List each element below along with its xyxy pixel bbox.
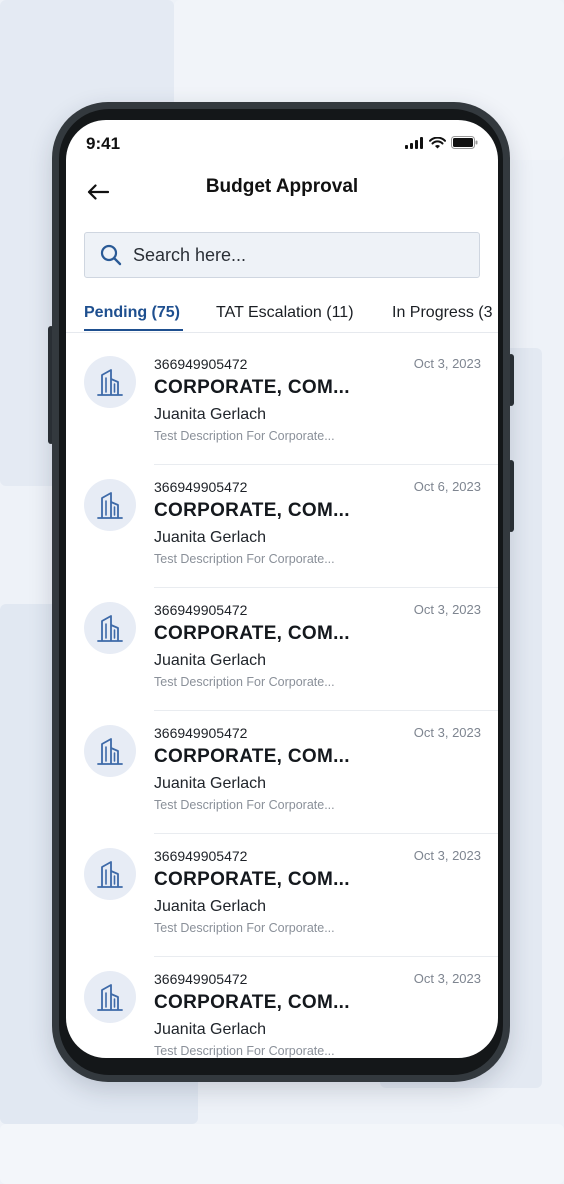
item-description: Test Description For Corporate... [154,798,335,812]
item-date: Oct 6, 2023 [413,479,481,494]
item-description: Test Description For Corporate... [154,552,335,566]
active-tab-indicator [84,329,183,331]
reference-number: 366949905472 [154,971,248,987]
requester-name: Juanita Gerlach [154,775,267,792]
reference-number: 366949905472 [154,479,248,495]
company-name: CORPORATE, COM... [154,746,350,767]
battery-icon [451,136,478,149]
building-icon [97,615,123,642]
item-date: Oct 3, 2023 [413,848,481,863]
avatar [84,479,136,531]
building-icon [97,492,123,519]
requester-name: Juanita Gerlach [154,652,267,669]
requester-name: Juanita Gerlach [154,1021,267,1038]
item-date: Oct 3, 2023 [413,971,481,986]
list-item[interactable]: 366949905472 Oct 3, 2023 CORPORATE, COM.… [66,342,498,465]
requester-name: Juanita Gerlach [154,406,267,423]
wifi-icon [429,136,446,148]
company-name: CORPORATE, COM... [154,869,350,890]
app-header: Budget Approval [66,164,498,220]
company-name: CORPORATE, COM... [154,623,350,644]
avatar [84,971,136,1023]
approval-list: 366949905472 Oct 3, 2023 CORPORATE, COM.… [66,342,498,1058]
requester-name: Juanita Gerlach [154,898,267,915]
item-date: Oct 3, 2023 [413,725,481,740]
avatar [84,725,136,777]
company-name: CORPORATE, COM... [154,500,350,521]
item-description: Test Description For Corporate... [154,1044,335,1058]
company-name: CORPORATE, COM... [154,992,350,1013]
item-date: Oct 3, 2023 [413,356,481,371]
phone-screen: 9:41 Budget Approval Search here... Pend… [66,120,498,1058]
list-item[interactable]: 366949905472 Oct 3, 2023 CORPORATE, COM.… [66,957,498,1058]
building-icon [97,738,123,765]
tab-tat-escalation[interactable]: TAT Escalation (11) [216,304,354,322]
item-description: Test Description For Corporate... [154,429,335,443]
signal-icon [405,136,423,149]
page-title: Budget Approval [205,176,359,197]
search-icon [97,241,125,269]
item-date: Oct 3, 2023 [413,602,481,617]
search-bar[interactable] [84,232,480,278]
background-panel [0,1124,564,1184]
tab-bar: Pending (75) TAT Escalation (11) In Prog… [66,296,498,333]
list-item[interactable]: 366949905472 Oct 3, 2023 CORPORATE, COM.… [66,711,498,834]
status-icons [405,136,478,149]
avatar [84,356,136,408]
item-description: Test Description For Corporate... [154,921,335,935]
building-icon [97,369,123,396]
reference-number: 366949905472 [154,602,248,618]
reference-number: 366949905472 [154,356,248,372]
search-input[interactable] [131,243,455,267]
tab-in-progress[interactable]: In Progress (3 [392,304,492,322]
list-item[interactable]: 366949905472 Oct 6, 2023 CORPORATE, COM.… [66,465,498,588]
avatar [84,848,136,900]
list-item[interactable]: 366949905472 Oct 3, 2023 CORPORATE, COM.… [66,834,498,957]
status-time: 9:41 [86,134,121,153]
building-icon [97,861,123,888]
tab-pending[interactable]: Pending (75) [84,304,180,322]
list-item[interactable]: 366949905472 Oct 3, 2023 CORPORATE, COM.… [66,588,498,711]
status-bar: 9:41 [66,120,498,164]
reference-number: 366949905472 [154,848,248,864]
avatar [84,602,136,654]
item-description: Test Description For Corporate... [154,675,335,689]
reference-number: 366949905472 [154,725,248,741]
requester-name: Juanita Gerlach [154,529,267,546]
building-icon [97,984,123,1011]
company-name: CORPORATE, COM... [154,377,350,398]
